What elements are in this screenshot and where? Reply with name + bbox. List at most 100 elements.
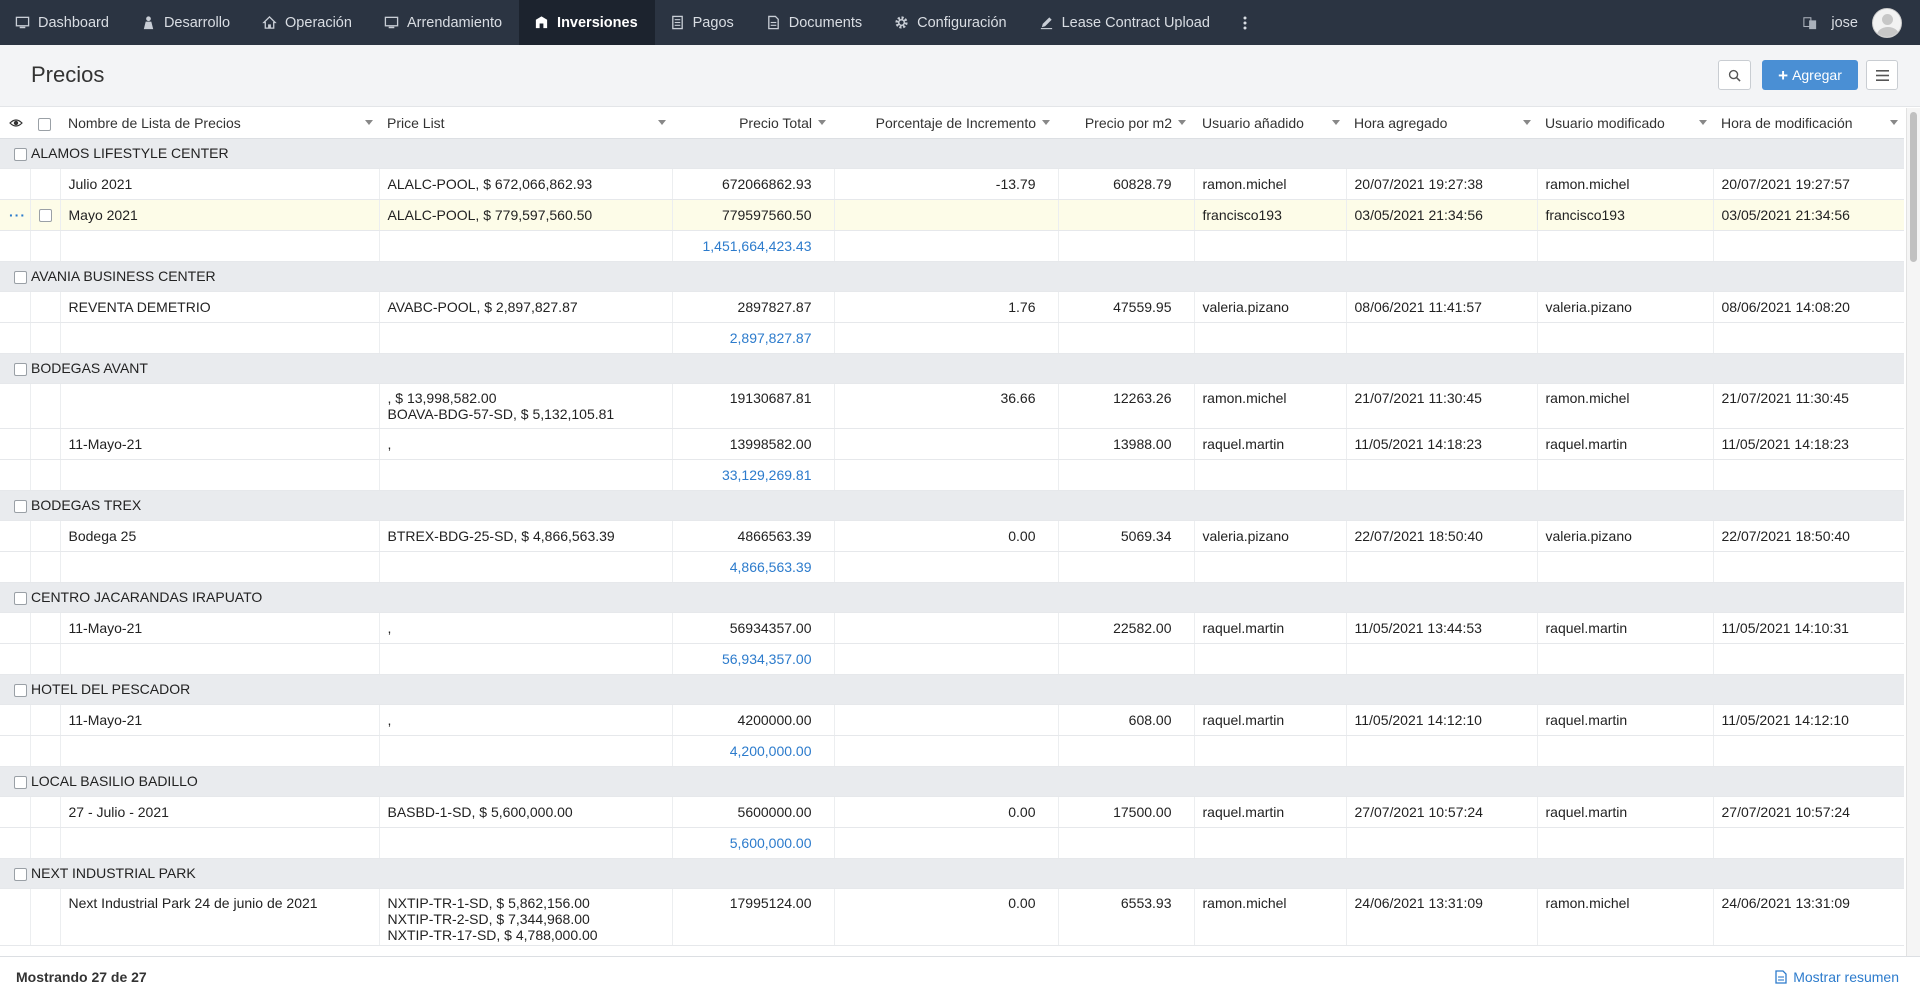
- group-row[interactable]: LOCAL BASILIO BADILLO: [0, 766, 1904, 797]
- table-row[interactable]: REVENTA DEMETRIO AVABC-POOL, $ 2,897,827.…: [0, 291, 1904, 323]
- sort-caret-icon[interactable]: [1523, 120, 1531, 125]
- group-row[interactable]: CENTRO JACARANDAS IRAPUATO: [0, 582, 1904, 613]
- table-row[interactable]: 11-Mayo-21, 4200000.00 608.00 raquel.martin…: [0, 704, 1904, 736]
- nav-item-dashboard[interactable]: Dashboard: [0, 0, 126, 45]
- sort-caret-icon[interactable]: [818, 120, 826, 125]
- row-actions-cell[interactable]: [0, 428, 31, 460]
- row-actions-cell[interactable]: [0, 383, 31, 429]
- visibility-column-header[interactable]: [0, 108, 30, 139]
- cell-time-mod-value: 22/07/2021 18:50:40: [1721, 527, 1850, 544]
- nav-item-arrendamiento[interactable]: Arrendamiento: [369, 0, 519, 45]
- nav-item-configuracion[interactable]: Configuración: [879, 0, 1023, 45]
- cell-name-value: 11-Mayo-21: [68, 619, 143, 636]
- row-actions-cell[interactable]: [0, 796, 31, 828]
- sort-caret-icon[interactable]: [1890, 120, 1898, 125]
- table-row[interactable]: Bodega 25 BTREX-BDG-25-SD, $ 4,866,563.39…: [0, 520, 1904, 552]
- table-row[interactable]: 27 - Julio - 2021 BASBD-1-SD, $ 5,600,000…: [0, 796, 1904, 828]
- column-header-usuario-modificado[interactable]: Usuario modificado: [1537, 108, 1713, 139]
- empty-cell: [834, 230, 1059, 262]
- avatar[interactable]: [1872, 7, 1902, 38]
- row-select-cell[interactable]: [30, 796, 61, 828]
- group-row[interactable]: ALAMOS LIFESTYLE CENTER: [0, 138, 1904, 169]
- vertical-scrollbar[interactable]: [1906, 108, 1920, 956]
- column-header-usuario-anadido[interactable]: Usuario añadido: [1194, 108, 1346, 139]
- table-row[interactable]: Julio 2021 ALALC-POOL, $ 672,066,862.93 67…: [0, 168, 1904, 200]
- group-row[interactable]: HOTEL DEL PESCADOR: [0, 674, 1904, 705]
- row-select-cell[interactable]: [30, 704, 61, 736]
- nav-item-lease-contract-upload[interactable]: Lease Contract Upload: [1024, 0, 1227, 45]
- nav-item-desarrollo[interactable]: Desarrollo: [126, 0, 247, 45]
- row-checkbox[interactable]: [38, 209, 52, 223]
- row-actions-cell[interactable]: ···: [0, 199, 31, 231]
- select-all-checkbox[interactable]: [38, 117, 51, 131]
- cell-name: Mayo 2021: [60, 199, 380, 231]
- language-icon[interactable]: [1803, 16, 1817, 30]
- column-header-nombre[interactable]: Nombre de Lista de Precios: [60, 108, 379, 139]
- group-checkbox[interactable]: [14, 270, 27, 284]
- nav-item-pagos[interactable]: Pagos: [655, 0, 751, 45]
- group-checkbox[interactable]: [14, 362, 27, 376]
- row-select-cell[interactable]: [30, 168, 61, 200]
- column-header-hora-modificacion[interactable]: Hora de modificación: [1713, 108, 1904, 139]
- table-row[interactable]: 11-Mayo-21, 56934357.00 22582.00 raquel.mar…: [0, 612, 1904, 644]
- search-button[interactable]: [1718, 60, 1751, 90]
- more-menu-button[interactable]: [1227, 0, 1263, 45]
- group-row[interactable]: BODEGAS TREX: [0, 490, 1904, 521]
- row-select-cell[interactable]: [30, 888, 61, 946]
- nav-item-operacion[interactable]: Operación: [247, 0, 369, 45]
- group-row[interactable]: NEXT INDUSTRIAL PARK: [0, 858, 1904, 889]
- table-row[interactable]: ··· Mayo 2021 ALALC-POOL, $ 779,597,560.50…: [0, 199, 1904, 231]
- group-total-row: 5,600,000.00: [0, 827, 1904, 859]
- sort-caret-icon[interactable]: [1042, 120, 1050, 125]
- sort-caret-icon[interactable]: [1178, 120, 1186, 125]
- column-header-precio-m2[interactable]: Precio por m2: [1058, 108, 1194, 139]
- row-actions-cell[interactable]: [0, 612, 31, 644]
- group-checkbox[interactable]: [14, 147, 27, 161]
- row-select-cell[interactable]: [30, 199, 61, 231]
- column-header-label: Precio por m2: [1084, 114, 1172, 131]
- cell-name-value: Mayo 2021: [68, 206, 138, 223]
- group-row[interactable]: AVANIA BUSINESS CENTER: [0, 261, 1904, 292]
- nav-item-inversiones[interactable]: Inversiones: [519, 0, 655, 45]
- cell-total-value: 2897827.87: [737, 298, 812, 315]
- add-button[interactable]: + Agregar: [1762, 60, 1858, 90]
- scrollbar-thumb[interactable]: [1910, 112, 1917, 262]
- row-select-cell[interactable]: [30, 428, 61, 460]
- cell-per-m2-value: 6553.93: [1120, 894, 1172, 911]
- sort-caret-icon[interactable]: [1699, 120, 1707, 125]
- sort-caret-icon[interactable]: [658, 120, 666, 125]
- row-select-cell[interactable]: [30, 383, 61, 429]
- group-cell: NEXT INDUSTRIAL PARK: [0, 858, 1904, 889]
- options-menu-button[interactable]: [1866, 60, 1898, 90]
- row-select-cell[interactable]: [30, 612, 61, 644]
- group-checkbox[interactable]: [14, 591, 27, 605]
- table-row[interactable]: 11-Mayo-21, 13998582.00 13988.00 raquel.mar…: [0, 428, 1904, 460]
- column-header-price-list[interactable]: Price List: [379, 108, 672, 139]
- row-actions-cell[interactable]: [0, 888, 31, 946]
- group-checkbox[interactable]: [14, 775, 27, 789]
- row-actions-cell[interactable]: [0, 168, 31, 200]
- column-header-hora-agregado[interactable]: Hora agregado: [1346, 108, 1537, 139]
- group-total-cell: 56,934,357.00: [672, 643, 835, 675]
- group-row[interactable]: BODEGAS AVANT: [0, 353, 1904, 384]
- group-checkbox[interactable]: [14, 499, 27, 513]
- column-header-precio-total[interactable]: Precio Total: [672, 108, 834, 139]
- user-name[interactable]: jose: [1831, 15, 1858, 31]
- row-actions-cell[interactable]: [0, 704, 31, 736]
- table-row[interactable]: Next Industrial Park 24 de junio de 2021…: [0, 888, 1904, 946]
- show-summary-link[interactable]: Mostrar resumen: [1775, 969, 1899, 985]
- row-select-cell[interactable]: [30, 520, 61, 552]
- nav-item-documents[interactable]: Documents: [751, 0, 879, 45]
- group-checkbox[interactable]: [14, 867, 27, 881]
- table-row[interactable]: , $ 13,998,582.00 BOAVA-BDG-57-SD, $ 5,13…: [0, 383, 1904, 429]
- row-actions-cell[interactable]: [0, 291, 31, 323]
- row-actions-cell[interactable]: [0, 520, 31, 552]
- sort-caret-icon[interactable]: [365, 120, 373, 125]
- select-all-header[interactable]: [30, 108, 60, 139]
- row-actions-icon[interactable]: ···: [9, 207, 26, 223]
- column-header-porcentaje[interactable]: Porcentaje de Incremento: [834, 108, 1058, 139]
- row-select-cell[interactable]: [30, 291, 61, 323]
- group-checkbox[interactable]: [14, 683, 27, 697]
- group-name: BODEGAS TREX: [31, 497, 142, 513]
- sort-caret-icon[interactable]: [1332, 120, 1340, 125]
